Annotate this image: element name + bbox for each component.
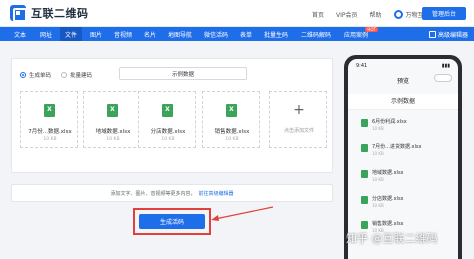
name-input[interactable]: 示例数据 <box>119 67 247 80</box>
nav-tab-wechat[interactable]: 微信活码 <box>200 27 232 41</box>
qr-logo-icon <box>10 5 27 22</box>
preview-file-name: 分店数据.xlsx <box>372 196 404 202</box>
preview-file-item[interactable]: 7月份...进货数据.xlsx 10 KB <box>356 141 452 158</box>
hot-badge: HOT <box>365 27 378 32</box>
site-logo[interactable]: 互联二维码 <box>10 5 89 22</box>
radio-batch-label: 批量建码 <box>70 73 93 79</box>
generate-button[interactable]: 生成活码 <box>139 214 205 229</box>
phone-screen: 9:41 ▮▮▮ 预览 示例数据 6月份利润.xlsx 10 KB 7月份...… <box>348 59 458 259</box>
mini-program-capsule <box>434 74 452 82</box>
hint-bar: 添加文字、图片、音视频等更多内容， 前往高级编辑器 <box>11 184 333 202</box>
mode-radio-group: 生成单码 批量建码 <box>20 71 102 79</box>
excel-file-icon <box>361 170 368 178</box>
add-file-label: 点击添加文件 <box>283 128 314 134</box>
nav-tab-url[interactable]: 网址 <box>36 27 56 41</box>
preview-file-item[interactable]: 分店数据.xlsx 10 KB <box>356 193 452 210</box>
nav-tab-media[interactable]: 音视频 <box>110 27 136 41</box>
preview-file-name: 6月份利润.xlsx <box>372 119 407 125</box>
file-size: 10 KB <box>161 137 175 142</box>
file-name: 7月份...数据.xlsx <box>28 129 72 135</box>
excel-file-icon <box>361 144 368 152</box>
zhihu-watermark: 知乎 @互联二维码 <box>346 232 438 245</box>
nav-tab-form[interactable]: 表单 <box>236 27 256 41</box>
preview-name: 示例数据 <box>348 94 458 110</box>
logo-text: 互联二维码 <box>31 7 89 20</box>
nav-tab-map[interactable]: 地图导航 <box>164 27 196 41</box>
file-card[interactable]: 7月份...数据.xlsx 10 KB <box>20 91 78 148</box>
radio-batch[interactable] <box>61 72 68 78</box>
plus-icon: + <box>293 102 305 118</box>
nav-tab-decode[interactable]: 二维码解码 <box>298 27 334 41</box>
file-card[interactable]: 地域数据.xlsx 10 KB <box>83 91 141 148</box>
file-editor-panel: 生成单码 批量建码 示例数据 7月份...数据.xlsx 10 KB 地域数据.… <box>11 58 333 173</box>
file-size: 10 KB <box>43 137 57 142</box>
excel-file-icon <box>361 196 368 204</box>
nav-help-link[interactable]: 帮助 <box>370 10 382 19</box>
nav-tab-cases-label: 应用案例 <box>343 31 368 39</box>
preview-file-name: 地域数据.xlsx <box>372 170 404 176</box>
preview-file-name: 销售数据.xlsx <box>372 221 404 227</box>
file-size: 10 KB <box>106 137 120 142</box>
excel-file-icon <box>162 104 173 117</box>
preview-file-size: 10 KB <box>372 126 384 131</box>
file-size: 10 KB <box>225 137 239 142</box>
main-nav: 文本 网址 文件 图片 音视频 名片 地图导航 微信活码 表单 批量生码 二维码… <box>0 27 474 41</box>
advanced-editor-hint-link[interactable]: 前往高级编辑器 <box>199 190 234 197</box>
file-card[interactable]: 销售数据.xlsx 10 KB <box>202 91 260 148</box>
nav-home-link[interactable]: 首页 <box>312 10 324 19</box>
annotation-arrow <box>211 206 274 221</box>
add-file-button[interactable]: + 点击添加文件 <box>269 91 327 148</box>
advanced-editor-link[interactable]: 高级编辑器 <box>428 27 468 41</box>
nav-tab-file[interactable]: 文件 <box>60 27 82 41</box>
preview-file-size: 10 KB <box>372 203 384 208</box>
file-name: 地域数据.xlsx <box>95 129 131 135</box>
battery-icon: ▮▮▮ <box>441 63 450 69</box>
file-card[interactable]: 分店数据.xlsx 10 KB <box>138 91 196 148</box>
preview-file-item[interactable]: 地域数据.xlsx 10 KB <box>356 167 452 184</box>
preview-file-size: 10 KB <box>372 177 384 182</box>
nav-tab-cases[interactable]: 应用案例 HOT <box>340 27 378 41</box>
status-time: 9:41 <box>356 63 368 69</box>
editor-icon <box>428 30 436 38</box>
preview-file-item[interactable]: 6月份利润.xlsx 10 KB <box>356 116 452 133</box>
excel-file-icon <box>226 104 237 117</box>
advanced-editor-label: 高级编辑器 <box>437 31 468 39</box>
generate-highlight-box: 生成活码 <box>133 208 211 235</box>
excel-file-icon <box>44 104 55 117</box>
file-name: 分店数据.xlsx <box>150 129 186 135</box>
phone-preview: 9:41 ▮▮▮ 预览 示例数据 6月份利润.xlsx 10 KB 7月份...… <box>344 55 462 259</box>
file-name: 销售数据.xlsx <box>214 129 250 135</box>
admin-button[interactable]: 管理后台 <box>422 7 466 20</box>
nav-tab-card[interactable]: 名片 <box>140 27 160 41</box>
radio-single-label: 生成单码 <box>29 73 52 79</box>
nav-tab-batch[interactable]: 批量生码 <box>260 27 292 41</box>
radio-single[interactable] <box>20 72 26 78</box>
preview-file-size: 10 KB <box>372 151 384 156</box>
brand-icon <box>393 9 403 19</box>
excel-file-icon <box>361 221 368 229</box>
nav-tab-text[interactable]: 文本 <box>10 27 30 41</box>
hint-text: 添加文字、图片、音视频等更多内容， <box>110 190 196 197</box>
nav-tab-image[interactable]: 图片 <box>86 27 106 41</box>
excel-file-icon <box>361 119 368 127</box>
nav-vip-link[interactable]: VIP会员 <box>336 10 358 19</box>
preview-file-name: 7月份...进货数据.xlsx <box>372 144 422 150</box>
top-header: 互联二维码 首页 VIP会员 帮助 万物互联 管理后台 <box>0 0 474 27</box>
excel-file-icon <box>107 104 118 117</box>
